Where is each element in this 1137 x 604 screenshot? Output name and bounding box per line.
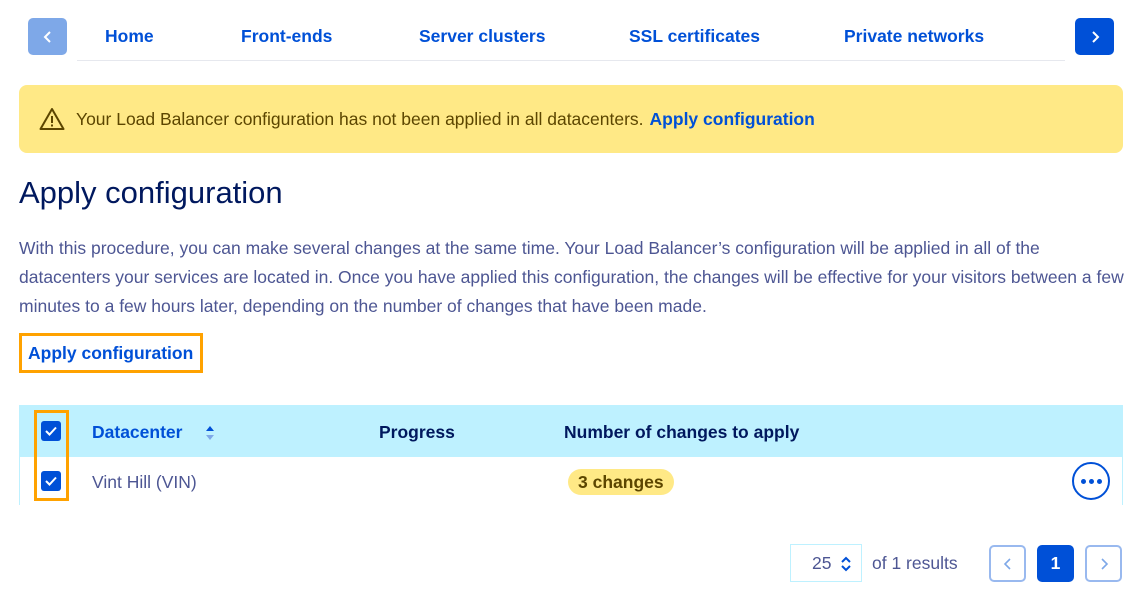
more-dot-icon [1080,478,1086,484]
sort-icon[interactable] [204,424,216,442]
table-header: Datacenter Progress Number of changes to… [20,406,1122,457]
tabs-bar: Home Front-ends Server clusters SSL cert… [77,18,1065,61]
chevron-left-icon [1003,557,1011,570]
tabs-prev-button[interactable] [28,18,67,55]
datacenter-table: Datacenter Progress Number of changes to… [19,405,1123,505]
next-page-button[interactable] [1085,545,1122,582]
column-datacenter[interactable]: Datacenter [92,422,182,443]
row-datacenter: Vint Hill (VIN) [92,472,197,492]
results-count: of 1 results [872,553,958,573]
table-row: Vint Hill (VIN) 3 changes [20,457,1122,505]
warning-icon [39,108,65,130]
row-actions-button[interactable] [1072,462,1110,500]
page-description: With this procedure, you can make severa… [19,238,1124,316]
check-icon [45,426,57,436]
page-1-button[interactable]: 1 [1037,545,1074,582]
tab-server-clusters[interactable]: Server clusters [419,26,545,47]
tab-home[interactable]: Home [105,26,154,47]
more-dot-icon [1096,478,1102,484]
row-checkbox[interactable] [41,471,61,491]
banner-apply-link[interactable]: Apply configuration [650,109,815,130]
page-title: Apply configuration [19,175,283,210]
tab-front-ends[interactable]: Front-ends [241,26,332,47]
chevron-left-icon [43,30,51,43]
per-page-select[interactable]: 25 [790,544,862,582]
changes-badge: 3 changes [568,469,674,495]
apply-configuration-button[interactable]: Apply configuration [19,333,203,373]
tab-ssl-certificates[interactable]: SSL certificates [629,26,760,47]
column-changes: Number of changes to apply [564,422,800,442]
chevron-right-icon [1100,557,1108,570]
warning-banner: Your Load Balancer configuration has not… [19,85,1123,153]
check-icon [45,476,57,486]
tabs-next-button[interactable] [1075,18,1114,55]
per-page-value: 25 [812,552,832,573]
more-dot-icon [1088,478,1094,484]
chevron-right-icon [1091,30,1099,43]
select-all-checkbox[interactable] [41,421,61,441]
tab-private-networks[interactable]: Private networks [844,26,984,47]
banner-message: Your Load Balancer configuration has not… [76,108,644,129]
prev-page-button[interactable] [989,545,1026,582]
column-progress: Progress [379,422,455,442]
chevron-updown-icon [841,556,851,572]
